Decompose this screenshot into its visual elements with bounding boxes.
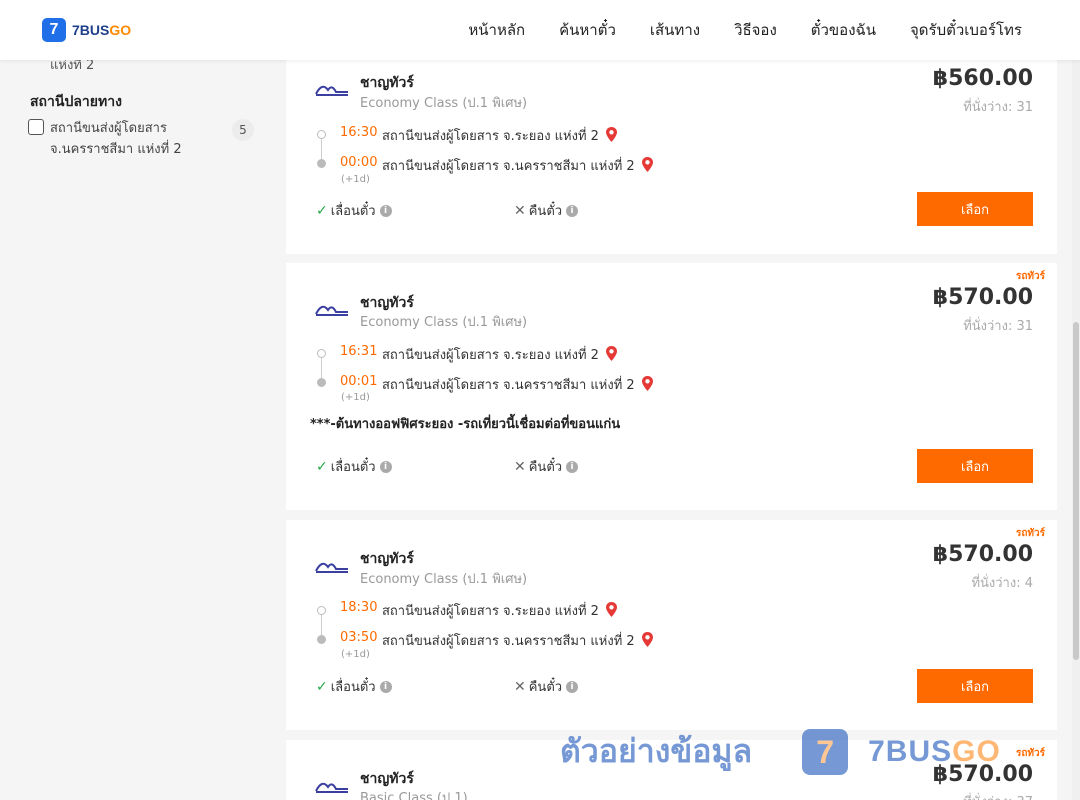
trip-note: ***-ต้นทางออฟฟิศระยอง -รถเที่ยวนี้เชื่อม… xyxy=(310,417,621,432)
bus-type-badge: รถทัวร์ xyxy=(1015,528,1045,539)
bus-class: Basic Class (ป.1) xyxy=(360,791,468,800)
seats-available: ที่นั่งว่าง: 31 xyxy=(963,319,1033,334)
page-scrollbar-thumb[interactable] xyxy=(1073,322,1079,660)
refund-ticket-option: ✕ คืนตั๋ว i xyxy=(514,200,579,221)
destination-filter-checkbox[interactable] xyxy=(28,119,44,135)
timeline-line xyxy=(321,358,322,378)
map-pin-icon[interactable] xyxy=(641,156,654,173)
check-icon: ✓ xyxy=(316,678,328,695)
next-day-indicator: (+1d) xyxy=(341,392,370,403)
site-logo[interactable]: 7 7BUSGO xyxy=(42,18,131,42)
logo-mark-icon: 7 xyxy=(42,18,66,42)
trip-card: รถทัวร์ ชาญทัวร์ Economy Class (ป.1 พิเศ… xyxy=(286,263,1057,510)
nav-how-to-book[interactable]: วิธีจอง xyxy=(734,18,777,42)
cross-icon: ✕ xyxy=(514,678,526,695)
logo-text: 7BUSGO xyxy=(72,22,132,38)
timeline-end-icon xyxy=(317,378,326,387)
seats-available: ที่นั่งว่าง: 37 xyxy=(963,791,1033,800)
seats-available: ที่นั่งว่าง: 31 xyxy=(963,100,1033,115)
bus-class: Economy Class (ป.1 พิเศษ) xyxy=(360,572,528,587)
timeline-end-icon xyxy=(317,635,326,644)
depart-time: 16:31 xyxy=(340,344,378,359)
next-day-indicator: (+1d) xyxy=(341,649,370,660)
info-icon[interactable]: i xyxy=(566,204,579,217)
refund-ticket-option: ✕ คืนตั๋ว i xyxy=(514,456,579,477)
info-icon[interactable]: i xyxy=(379,204,392,217)
operator-name: ชาญทัวร์ xyxy=(360,551,414,567)
change-ticket-option: ✓ เลื่อนตั๋ว i xyxy=(316,456,392,477)
timeline-start-icon xyxy=(317,349,326,358)
arrive-time: 00:01 xyxy=(340,374,378,389)
map-pin-icon[interactable] xyxy=(641,631,654,648)
bus-type-badge: รถทัวร์ xyxy=(1015,271,1045,282)
nav-my-tickets[interactable]: ตั๋วของฉัน xyxy=(811,18,876,42)
timeline-start-icon xyxy=(317,130,326,139)
next-day-indicator: (+1d) xyxy=(341,174,370,185)
cross-icon: ✕ xyxy=(514,458,526,475)
operator-logo-icon xyxy=(315,305,348,316)
depart-station: สถานีขนส่งผู้โดยสาร จ.ระยอง แห่งที่ 2 xyxy=(382,125,618,146)
destination-filter-label[interactable]: สถานีขนส่งผู้โดยสาร จ.นครราชสีมา แห่งที่… xyxy=(50,118,220,160)
cross-icon: ✕ xyxy=(514,202,526,219)
operator-logo-icon xyxy=(315,562,348,573)
check-icon: ✓ xyxy=(316,458,328,475)
top-header: 7 7BUSGO หน้าหลัก ค้นหาตั๋ว เส้นทาง วิธี… xyxy=(0,0,1080,60)
bus-class: Economy Class (ป.1 พิเศษ) xyxy=(360,96,528,111)
operator-logo-icon xyxy=(315,782,348,793)
destination-filter-heading: สถานีปลายทาง xyxy=(30,94,122,110)
depart-station: สถานีขนส่งผู้โดยสาร จ.ระยอง แห่งที่ 2 xyxy=(382,344,618,365)
arrive-station: สถานีขนส่งผู้โดยสาร จ.นครราชสีมา แห่งที่… xyxy=(382,155,654,176)
map-pin-icon[interactable] xyxy=(641,375,654,392)
trip-price: ฿570.00 xyxy=(932,762,1033,787)
timeline-start-icon xyxy=(317,606,326,615)
arrive-station: สถานีขนส่งผู้โดยสาร จ.นครราชสีมา แห่งที่… xyxy=(382,374,654,395)
info-icon[interactable]: i xyxy=(566,460,579,473)
main-nav: หน้าหลัก ค้นหาตั๋ว เส้นทาง วิธีจอง ตั๋วข… xyxy=(434,0,1022,60)
select-trip-button[interactable]: เลือก xyxy=(917,192,1033,226)
change-ticket-option: ✓ เลื่อนตั๋ว i xyxy=(316,676,392,697)
trip-card: ชาญทัวร์ Economy Class (ป.1 พิเศษ) ฿560.… xyxy=(286,44,1057,254)
nav-ticket-pickup-phone[interactable]: จุดรับตั๋วเบอร์โทร xyxy=(910,18,1022,42)
trip-card: รถทัวร์ ชาญทัวร์ Basic Class (ป.1) ฿570.… xyxy=(286,740,1057,800)
bus-type-badge: รถทัวร์ xyxy=(1015,748,1045,759)
nav-routes[interactable]: เส้นทาง xyxy=(650,18,700,42)
map-pin-icon[interactable] xyxy=(605,601,618,618)
timeline-line xyxy=(321,139,322,159)
info-icon[interactable]: i xyxy=(379,680,392,693)
trip-card: รถทัวร์ ชาญทัวร์ Economy Class (ป.1 พิเศ… xyxy=(286,520,1057,730)
operator-logo-icon xyxy=(315,85,348,96)
select-trip-button[interactable]: เลือก xyxy=(917,449,1033,483)
nav-search-ticket[interactable]: ค้นหาตั๋ว xyxy=(559,18,616,42)
arrive-station: สถานีขนส่งผู้โดยสาร จ.นครราชสีมา แห่งที่… xyxy=(382,630,654,651)
trip-price: ฿570.00 xyxy=(932,285,1033,310)
filter-sidebar: แห่งที่ 2 สถานีปลายทาง สถานีขนส่งผู้โดยส… xyxy=(0,58,270,800)
nav-home[interactable]: หน้าหลัก xyxy=(468,18,525,42)
trip-price: ฿560.00 xyxy=(932,66,1033,91)
map-pin-icon[interactable] xyxy=(605,345,618,362)
map-pin-icon[interactable] xyxy=(605,126,618,143)
operator-name: ชาญทัวร์ xyxy=(360,75,414,91)
trip-price: ฿570.00 xyxy=(932,542,1033,567)
destination-filter-count: 5 xyxy=(232,119,254,141)
timeline-line xyxy=(321,615,322,635)
check-icon: ✓ xyxy=(316,202,328,219)
bus-class: Economy Class (ป.1 พิเศษ) xyxy=(360,315,528,330)
select-trip-button[interactable]: เลือก xyxy=(917,669,1033,703)
info-icon[interactable]: i xyxy=(379,460,392,473)
depart-time: 16:30 xyxy=(340,125,378,140)
refund-ticket-option: ✕ คืนตั๋ว i xyxy=(514,676,579,697)
arrive-time: 00:00 xyxy=(340,155,378,170)
depart-time: 18:30 xyxy=(340,600,378,615)
timeline-end-icon xyxy=(317,159,326,168)
depart-station: สถานีขนส่งผู้โดยสาร จ.ระยอง แห่งที่ 2 xyxy=(382,600,618,621)
arrive-time: 03:50 xyxy=(340,630,378,645)
info-icon[interactable]: i xyxy=(566,680,579,693)
seats-available: ที่นั่งว่าง: 4 xyxy=(971,576,1033,591)
change-ticket-option: ✓ เลื่อนตั๋ว i xyxy=(316,200,392,221)
